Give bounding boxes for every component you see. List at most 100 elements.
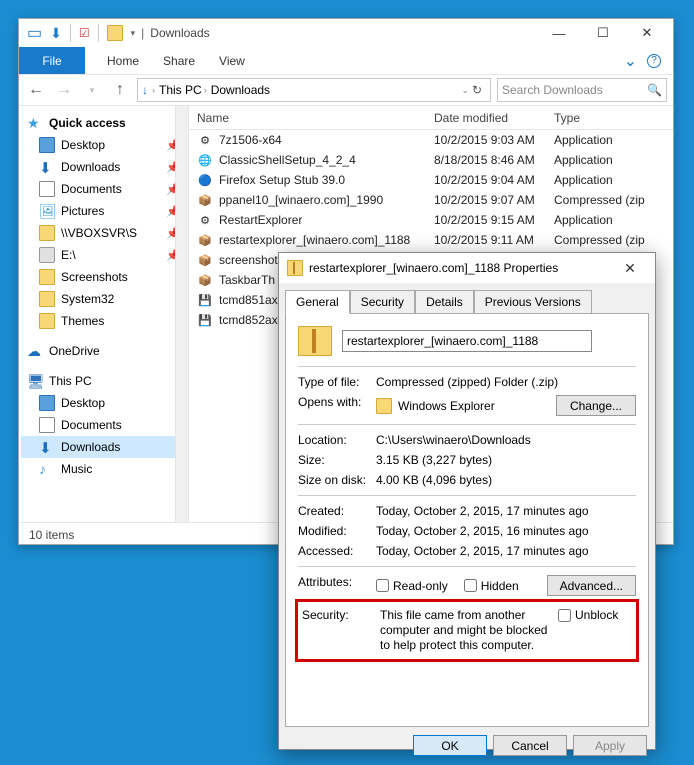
file-tab[interactable]: File bbox=[19, 47, 85, 74]
hidden-checkbox[interactable]: Hidden bbox=[464, 579, 519, 593]
file-icon: ⚙ bbox=[197, 132, 213, 148]
quick-access-toolbar: ▭ ⬇ ☑ ▾ bbox=[23, 23, 135, 43]
apply-button[interactable]: Apply bbox=[573, 735, 647, 756]
window-controls: — ☐ ✕ bbox=[537, 19, 669, 47]
navigation-pane: ★Quick access Desktop📌 ⬇Downloads📌 Docum… bbox=[19, 106, 189, 522]
security-section: Security: This file came from another co… bbox=[298, 602, 636, 659]
desktop-icon bbox=[39, 137, 55, 153]
readonly-checkbox[interactable]: Read-only bbox=[376, 579, 448, 593]
sidebar-item-desktop[interactable]: Desktop bbox=[21, 392, 186, 414]
maximize-button[interactable]: ☐ bbox=[581, 19, 625, 47]
sidebar-item-documents[interactable]: Documents📌 bbox=[21, 178, 186, 200]
sidebar-item-documents[interactable]: Documents bbox=[21, 414, 186, 436]
tab-details[interactable]: Details bbox=[415, 290, 474, 314]
file-date: 8/18/2015 8:46 AM bbox=[434, 153, 554, 167]
properties-icon[interactable]: ☑ bbox=[79, 26, 90, 40]
pictures-icon: 🖼 bbox=[39, 203, 55, 219]
filename-input[interactable] bbox=[342, 330, 592, 352]
tab-view[interactable]: View bbox=[219, 54, 245, 68]
address-bar[interactable]: ↓ › This PC› Downloads ⌄ ↻ bbox=[137, 78, 491, 102]
search-placeholder: Search Downloads bbox=[502, 83, 603, 97]
folder-icon bbox=[39, 225, 55, 241]
column-type[interactable]: Type bbox=[554, 111, 673, 125]
sidebar-item-pictures[interactable]: 🖼Pictures📌 bbox=[21, 200, 186, 222]
back-button[interactable]: ← bbox=[25, 79, 47, 101]
sidebar-item-downloads[interactable]: ⬇Downloads📌 bbox=[21, 156, 186, 178]
file-date: 10/2/2015 9:04 AM bbox=[434, 173, 554, 187]
sidebar-item-themes[interactable]: Themes bbox=[21, 310, 186, 332]
file-name: screenshot bbox=[219, 253, 278, 267]
security-text: This file came from another computer and… bbox=[380, 608, 550, 653]
window-title: | bbox=[141, 26, 144, 40]
file-name: ppanel10_[winaero.com]_1990 bbox=[219, 193, 383, 207]
sidebar-item-system32[interactable]: System32 bbox=[21, 288, 186, 310]
history-dropdown[interactable]: ▾ bbox=[81, 79, 103, 101]
sidebar-item-network-share[interactable]: \\VBOXSVR\S📌 bbox=[21, 222, 186, 244]
column-date[interactable]: Date modified bbox=[434, 111, 554, 125]
sidebar-item-music[interactable]: ♪Music bbox=[21, 458, 186, 480]
sidebar-item-desktop[interactable]: Desktop📌 bbox=[21, 134, 186, 156]
tab-security[interactable]: Security bbox=[350, 290, 415, 314]
forward-button[interactable]: → bbox=[53, 79, 75, 101]
file-type: Application bbox=[554, 213, 673, 227]
file-row[interactable]: ⚙ RestartExplorer 10/2/2015 9:15 AMApplica… bbox=[189, 210, 673, 230]
file-date: 10/2/2015 9:15 AM bbox=[434, 213, 554, 227]
sidebar-item-onedrive[interactable]: ☁OneDrive bbox=[21, 340, 186, 362]
qat-dropdown-icon[interactable]: ▾ bbox=[131, 28, 136, 39]
help-icon[interactable]: ? bbox=[647, 54, 661, 68]
address-bar-row: ← → ▾ ↑ ↓ › This PC› Downloads ⌄ ↻ Searc… bbox=[19, 74, 673, 106]
sidebar-item-quick-access[interactable]: ★Quick access bbox=[21, 112, 186, 134]
column-name[interactable]: Name bbox=[189, 111, 434, 125]
file-name: RestartExplorer bbox=[219, 213, 302, 227]
opens-label: Opens with: bbox=[298, 395, 376, 409]
file-type: Compressed (zip bbox=[554, 193, 673, 207]
sidebar-item-screenshots[interactable]: Screenshots bbox=[21, 266, 186, 288]
search-input[interactable]: Search Downloads 🔍 bbox=[497, 78, 667, 102]
tab-previous-versions[interactable]: Previous Versions bbox=[474, 290, 592, 314]
cancel-button[interactable]: Cancel bbox=[493, 735, 567, 756]
pin-icon: 📌 bbox=[166, 249, 180, 262]
file-row[interactable]: 🌐ClassicShellSetup_4_2_48/18/2015 8:46 A… bbox=[189, 150, 673, 170]
file-row[interactable]: 📦ppanel10_[winaero.com]_199010/2/2015 9:… bbox=[189, 190, 673, 210]
dialog-title: restartexplorer_[winaero.com]_1188 Prope… bbox=[309, 261, 558, 275]
advanced-button[interactable]: Advanced... bbox=[547, 575, 636, 596]
close-button[interactable]: ✕ bbox=[625, 19, 669, 47]
up-button[interactable]: ↑ bbox=[109, 79, 131, 101]
desktop-icon bbox=[39, 395, 55, 411]
file-date: 10/2/2015 9:11 AM bbox=[434, 233, 554, 247]
sidebar-item-drive-e[interactable]: E:\📌 bbox=[21, 244, 186, 266]
file-row[interactable]: ⚙7z1506-x6410/2/2015 9:03 AMApplication bbox=[189, 130, 673, 150]
dialog-tabs: General Security Details Previous Versio… bbox=[279, 283, 655, 313]
file-icon: 📦 bbox=[197, 192, 213, 208]
location-value: C:\Users\winaero\Downloads bbox=[376, 433, 636, 447]
file-row[interactable]: 📦restartexplorer_[winaero.com]_118810/2/… bbox=[189, 230, 673, 250]
file-icon: 💾 bbox=[197, 312, 213, 328]
downloads-icon: ⬇ bbox=[39, 439, 55, 455]
file-name: tcmd852ax bbox=[219, 313, 278, 327]
close-button[interactable]: ✕ bbox=[613, 260, 647, 277]
unblock-checkbox[interactable]: Unblock bbox=[558, 608, 618, 622]
attributes-label: Attributes: bbox=[298, 575, 376, 589]
down-arrow-icon[interactable]: ⬇ bbox=[50, 25, 62, 42]
ok-button[interactable]: OK bbox=[413, 735, 487, 756]
security-label: Security: bbox=[302, 608, 380, 622]
accessed-value: Today, October 2, 2015, 17 minutes ago bbox=[376, 544, 636, 558]
chevron-down-icon[interactable]: ⌄ bbox=[461, 85, 469, 96]
sidebar-item-downloads[interactable]: ⬇Downloads bbox=[21, 436, 186, 458]
refresh-icon[interactable]: ↻ bbox=[472, 83, 482, 97]
sidebar-item-this-pc[interactable]: 🖥This PC bbox=[21, 370, 186, 392]
tab-general[interactable]: General bbox=[285, 290, 350, 314]
change-button[interactable]: Change... bbox=[556, 395, 636, 416]
file-icon: ⚙ bbox=[197, 212, 213, 228]
dialog-body: Type of file:Compressed (zipped) Folder … bbox=[285, 313, 649, 727]
file-row[interactable]: 🔵Firefox Setup Stub 39.010/2/2015 9:04 A… bbox=[189, 170, 673, 190]
minimize-button[interactable]: — bbox=[537, 19, 581, 47]
file-name: restartexplorer_[winaero.com]_1188 bbox=[219, 233, 410, 247]
pc-icon: 🖥 bbox=[27, 373, 43, 389]
expand-ribbon-icon[interactable]: ⌄ bbox=[624, 51, 637, 71]
tab-home[interactable]: Home bbox=[107, 54, 139, 68]
ribbon-toggle-icon[interactable]: ▭ bbox=[27, 23, 42, 43]
pin-icon: 📌 bbox=[166, 139, 180, 152]
tab-share[interactable]: Share bbox=[163, 54, 195, 68]
breadcrumb: This PC› bbox=[159, 83, 207, 97]
